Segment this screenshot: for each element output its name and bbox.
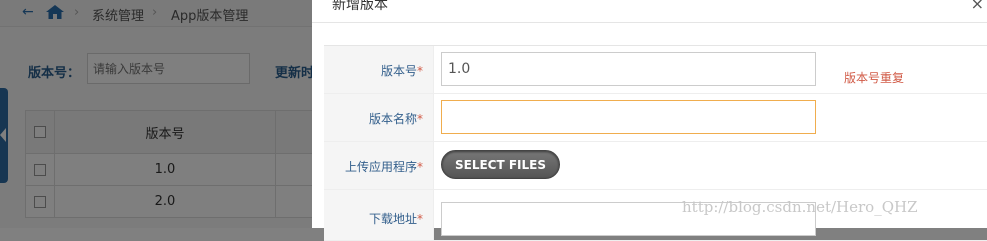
version-number-label: 版本号 <box>380 64 417 78</box>
select-files-button[interactable]: SELECT FILES <box>441 150 560 179</box>
form-row-upload-app: 上传应用程序* SELECT FILES <box>324 142 987 190</box>
required-mark: * <box>417 160 423 174</box>
required-mark: * <box>417 112 423 126</box>
required-mark: * <box>417 212 423 226</box>
close-icon[interactable]: × <box>971 0 984 13</box>
add-version-modal: 新增版本 × 版本号* 版本号重复 版本名称* 上传应用程序* SELECT F… <box>312 0 987 241</box>
modal-header: 新增版本 × <box>312 0 987 23</box>
download-url-label: 下载地址 <box>368 212 417 226</box>
version-name-input[interactable] <box>441 100 816 134</box>
version-name-label: 版本名称 <box>368 112 417 126</box>
version-number-input[interactable] <box>441 52 816 86</box>
version-number-error: 版本号重复 <box>844 71 905 85</box>
watermark-text: http://blog.csdn.net/Hero_QHZ <box>682 198 918 216</box>
form-row-version-number: 版本号* 版本号重复 <box>324 46 987 94</box>
upload-app-label: 上传应用程序 <box>344 160 417 174</box>
form-row-version-name: 版本名称* <box>324 94 987 142</box>
required-mark: * <box>417 64 423 78</box>
modal-title: 新增版本 <box>332 0 388 13</box>
